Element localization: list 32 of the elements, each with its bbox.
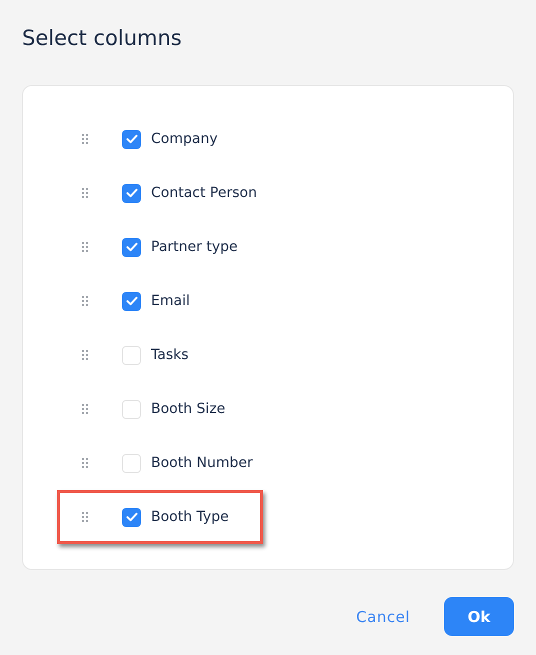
- checkbox[interactable]: [122, 292, 141, 310]
- drag-handle-icon[interactable]: [82, 457, 88, 469]
- check-icon: [126, 512, 138, 522]
- drag-handle-icon[interactable]: [82, 241, 88, 253]
- checkbox[interactable]: [122, 130, 141, 148]
- checkbox[interactable]: [122, 454, 141, 472]
- drag-handle-icon[interactable]: [82, 295, 88, 307]
- check-icon: [126, 134, 138, 144]
- cancel-button[interactable]: Cancel: [356, 608, 410, 626]
- column-label: Tasks: [151, 347, 189, 363]
- drag-handle-icon[interactable]: [82, 403, 88, 415]
- drag-handle-icon[interactable]: [82, 349, 88, 361]
- column-label: Company: [151, 131, 218, 147]
- check-icon: [126, 188, 138, 198]
- checkbox[interactable]: [122, 508, 141, 526]
- column-label: Contact Person: [151, 185, 257, 201]
- checkbox[interactable]: [122, 238, 141, 256]
- drag-handle-icon[interactable]: [82, 187, 88, 199]
- column-label: Booth Number: [151, 455, 253, 471]
- column-label: Booth Type: [151, 509, 229, 525]
- drag-handle-icon[interactable]: [82, 511, 88, 523]
- checkbox[interactable]: [122, 184, 141, 202]
- checkbox[interactable]: [122, 346, 141, 364]
- check-icon: [126, 296, 138, 306]
- drag-handle-icon[interactable]: [82, 133, 88, 145]
- column-label: Partner type: [151, 239, 238, 255]
- check-icon: [126, 242, 138, 252]
- dialog-title: Select columns: [22, 25, 183, 52]
- checkbox[interactable]: [122, 400, 141, 418]
- column-label: Booth Size: [151, 401, 226, 417]
- ok-button[interactable]: Ok: [444, 597, 514, 636]
- column-label: Email: [151, 293, 190, 309]
